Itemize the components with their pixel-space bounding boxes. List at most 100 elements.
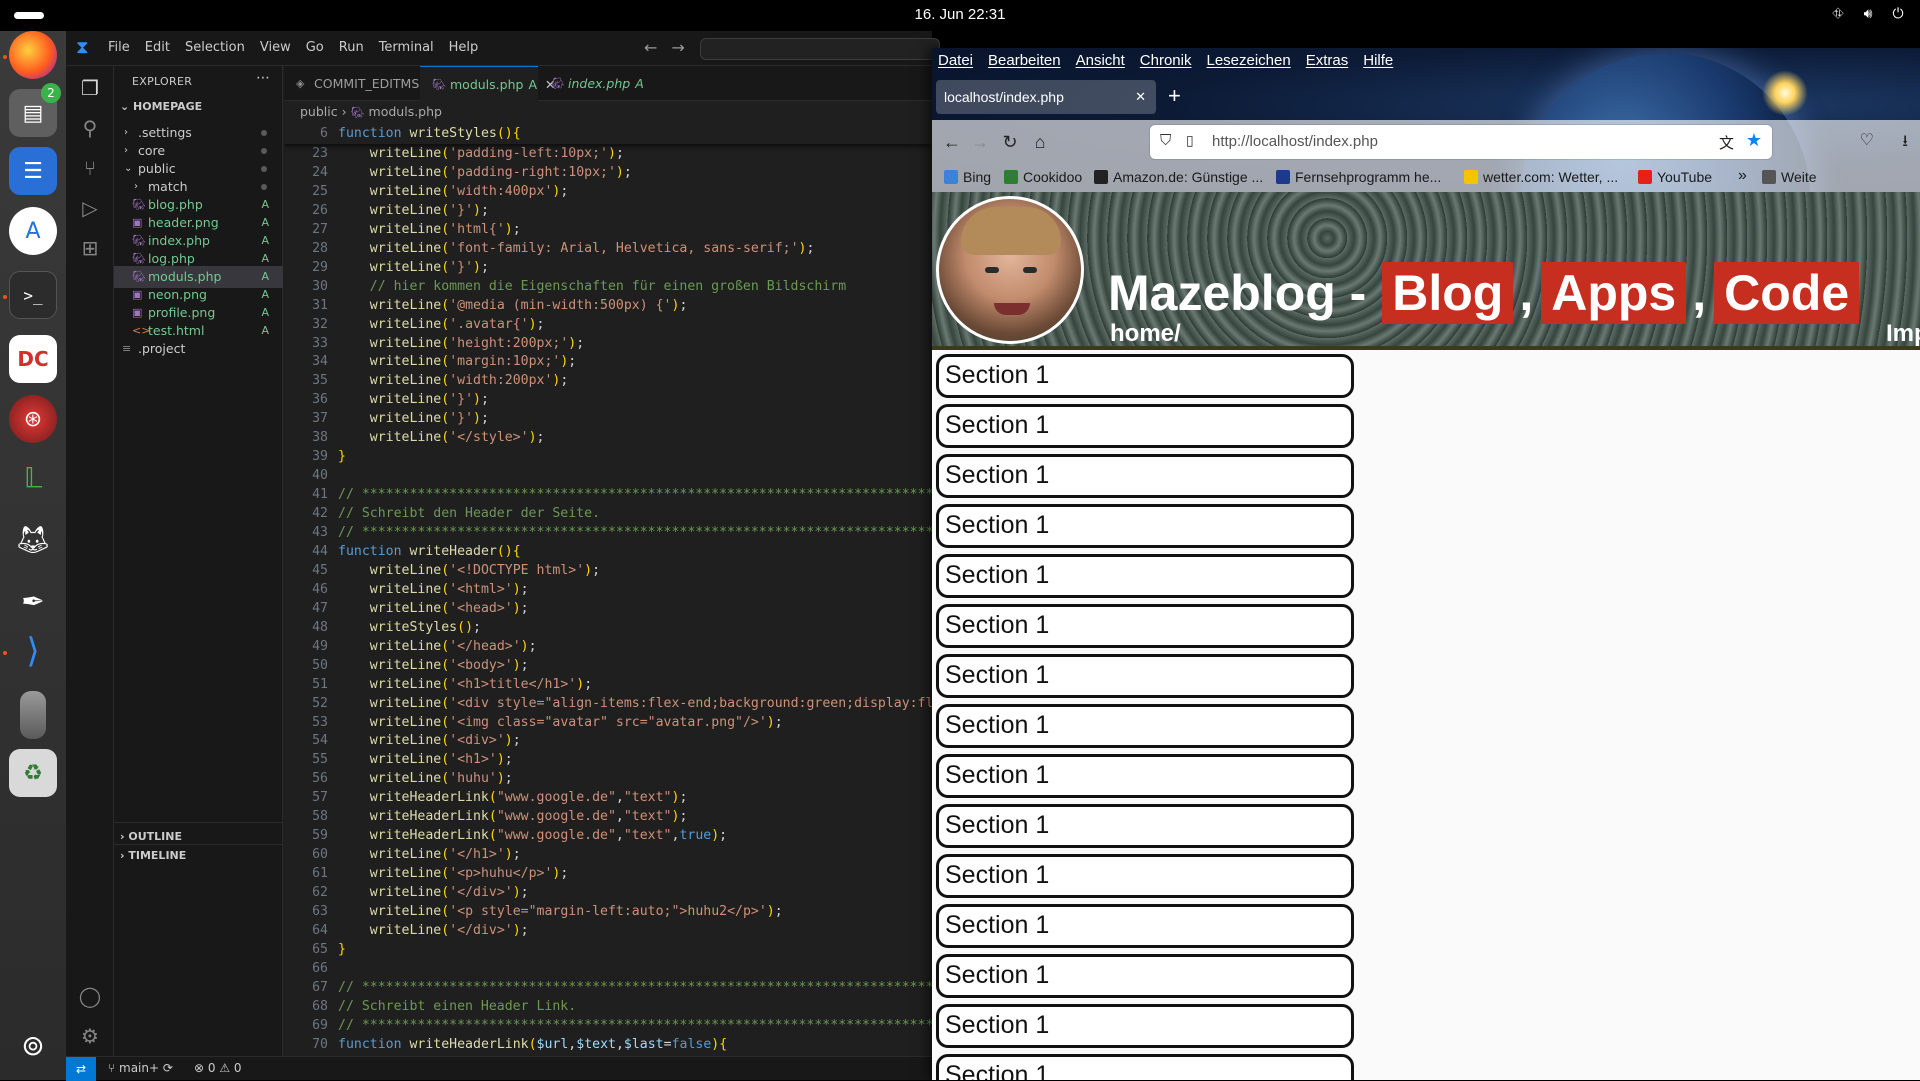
code-line[interactable]: 24 writeLine('padding-right:10px;'); [284,163,932,182]
section-box[interactable]: Section 1 [936,704,1354,748]
bookmark-bing[interactable]: Bing [944,169,991,185]
code-editor[interactable]: 23 writeLine('padding-left:10px;'); 24 wr… [284,124,932,1056]
command-center[interactable] [700,38,940,60]
shield-icon[interactable]: ⛉ [1160,132,1171,149]
show-apps-icon[interactable]: ⊚ [9,1021,57,1069]
ff-menu-item-ansicht[interactable]: Ansicht [1076,52,1125,69]
code-line[interactable]: 55 writeLine('<h1>'); [284,750,932,769]
close-tab-icon[interactable]: ✕ [1135,80,1146,114]
system-tray[interactable]: ⛗ 🔊︎ ⏻ [1830,6,1906,22]
code-line[interactable]: 53 writeLine('<img class="avatar" src="a… [284,713,932,732]
menu-item-terminal[interactable]: Terminal [379,40,434,55]
usb-drive-icon[interactable] [20,691,46,739]
forward-icon[interactable]: → [968,130,992,154]
code-line[interactable]: 68 // Schreibt einen Header Link. [284,997,932,1016]
tree-item-project[interactable]: ≡ .project [114,338,283,360]
menu-item-go[interactable]: Go [306,40,324,55]
editor-tab-moduls-php[interactable]: 🐘︎ moduls.php A ✕ [420,66,555,101]
bookmark-amazon[interactable]: Amazon.de: Günstige ... [1094,169,1263,185]
code-line[interactable]: 64 writeLine('</div>'); [284,921,932,940]
text-editor-icon[interactable]: ☰ [9,147,57,195]
translate-icon[interactable]: 文 [1719,132,1734,153]
code-line[interactable]: 46 writeLine('<html>'); [284,580,932,599]
trash-icon[interactable]: ♻ [9,749,57,797]
impressum-link[interactable]: Imp [1886,320,1920,346]
code-line[interactable]: 25 writeLine('width:400px'); [284,182,932,201]
section-box[interactable]: Section 1 [936,904,1354,948]
code-line[interactable]: 45 writeLine('<!DOCTYPE html>'); [284,561,932,580]
code-line[interactable]: 69 // ***********************************… [284,1016,932,1035]
section-box[interactable]: Section 1 [936,754,1354,798]
new-tab-icon[interactable]: + [1168,82,1181,110]
code-line[interactable]: 49 writeLine('</head>'); [284,637,932,656]
bookmark-cookidoo[interactable]: Cookidoo [1004,169,1082,185]
section-box[interactable]: Section 1 [936,804,1354,848]
code-line[interactable]: 66 [284,959,932,978]
breadcrumb-file[interactable]: moduls.php [369,104,442,119]
clock[interactable]: 16. Jun 22:31 [0,6,1920,23]
code-line[interactable]: 43 // ***********************************… [284,523,932,542]
pocket-icon[interactable]: ♡ [1860,130,1874,150]
code-line[interactable]: 29 writeLine('}'); [284,258,932,277]
section-box[interactable]: Section 1 [936,1054,1354,1080]
gimp-icon[interactable]: 🦊︎ [9,515,57,563]
code-line[interactable]: 30 // hier kommen die Eigenschaften für … [284,277,932,296]
code-line[interactable]: 35 writeLine('width:200px'); [284,371,932,390]
code-line[interactable]: 28 writeLine('font-family: Arial, Helvet… [284,239,932,258]
section-box[interactable]: Section 1 [936,1004,1354,1048]
terminal-icon[interactable]: >_ [9,271,57,319]
code-line[interactable]: 54 writeLine('<div>'); [284,731,932,750]
bookmark-youtube[interactable]: YouTube [1638,169,1712,185]
code-line[interactable]: 50 writeLine('<body>'); [284,656,932,675]
section-box[interactable]: Section 1 [936,354,1354,398]
code-line[interactable]: 52 writeLine('<div style="align-items:fl… [284,694,932,713]
code-line[interactable]: 42 // Schreibt den Header der Seite. [284,504,932,523]
ff-menu-item-bearbeiten[interactable]: Bearbeiten [988,52,1061,69]
code-line[interactable]: 59 writeHeaderLink("www.google.de","text… [284,826,932,845]
code-line[interactable]: 34 writeLine('margin:10px;'); [284,352,932,371]
remote-indicator-icon[interactable]: ⇄ [66,1057,96,1081]
code-line[interactable]: 62 writeLine('</div>'); [284,883,932,902]
menu-item-selection[interactable]: Selection [185,40,245,55]
bookmark-star-icon[interactable]: ★ [1746,130,1762,151]
source-control-icon[interactable]: ⑂ [78,156,102,180]
section-box[interactable]: Section 1 [936,604,1354,648]
bookmark-wetter[interactable]: wetter.com: Wetter, ... [1464,169,1618,185]
ff-menu-item-chronik[interactable]: Chronik [1140,52,1192,69]
editor-tab-commit-editmsg[interactable]: ◈ COMMIT_EDITMSG [284,66,429,101]
code-line[interactable]: 32 writeLine('.avatar{'); [284,315,932,334]
page-info-icon[interactable]: ▯ [1186,132,1194,149]
code-line[interactable]: 63 writeLine('<p style="margin-left:auto… [284,902,932,921]
explorer-icon[interactable]: ❐ [78,76,102,100]
editor-tab-index-php[interactable]: 🐘︎ index.php A [538,66,648,101]
libreoffice-icon[interactable]: 𝕃 [9,453,57,501]
run-debug-icon[interactable]: ▷ [78,196,102,220]
nav-link-code[interactable]: Code [1714,262,1860,324]
code-line[interactable]: 44 function writeHeader(){ [284,542,932,561]
timeline-section[interactable]: › TIMELINE [120,849,186,862]
ff-menu-item-hilfe[interactable]: Hilfe [1363,52,1393,69]
code-line[interactable]: 26 writeLine('}'); [284,201,932,220]
code-line[interactable]: 41 // ***********************************… [284,485,932,504]
code-line[interactable]: 56 writeLine('huhu'); [284,769,932,788]
code-line[interactable]: 33 writeLine('height:200px;'); [284,334,932,353]
bookmark-weite[interactable]: Weite [1762,169,1817,185]
code-line[interactable]: 48 writeStyles(); [284,618,932,637]
nav-link-blog[interactable]: Blog [1382,262,1514,324]
forward-arrow-icon[interactable]: → [671,38,684,57]
more-bookmarks-icon[interactable]: » [1738,167,1747,185]
code-line[interactable]: 37 writeLine('}'); [284,409,932,428]
problems-indicator[interactable]: ⊗ 0 ⚠ 0 [194,1061,242,1075]
browser-tab[interactable]: localhost/index.php ✕ [936,80,1156,114]
code-line[interactable]: 40 [284,466,932,485]
back-arrow-icon[interactable]: ← [644,38,657,57]
menu-item-run[interactable]: Run [339,40,364,55]
url-text[interactable]: http://localhost/index.php [1212,133,1378,150]
code-line[interactable]: 60 writeLine('</h1>'); [284,845,932,864]
code-line[interactable]: 23 writeLine('padding-left:10px;'); [284,144,932,163]
ff-menu-item-extras[interactable]: Extras [1306,52,1349,69]
files-icon[interactable]: ▤ 2 [9,83,61,137]
search-icon[interactable]: ⚲ [78,116,102,140]
section-box[interactable]: Section 1 [936,654,1354,698]
section-box[interactable]: Section 1 [936,954,1354,998]
